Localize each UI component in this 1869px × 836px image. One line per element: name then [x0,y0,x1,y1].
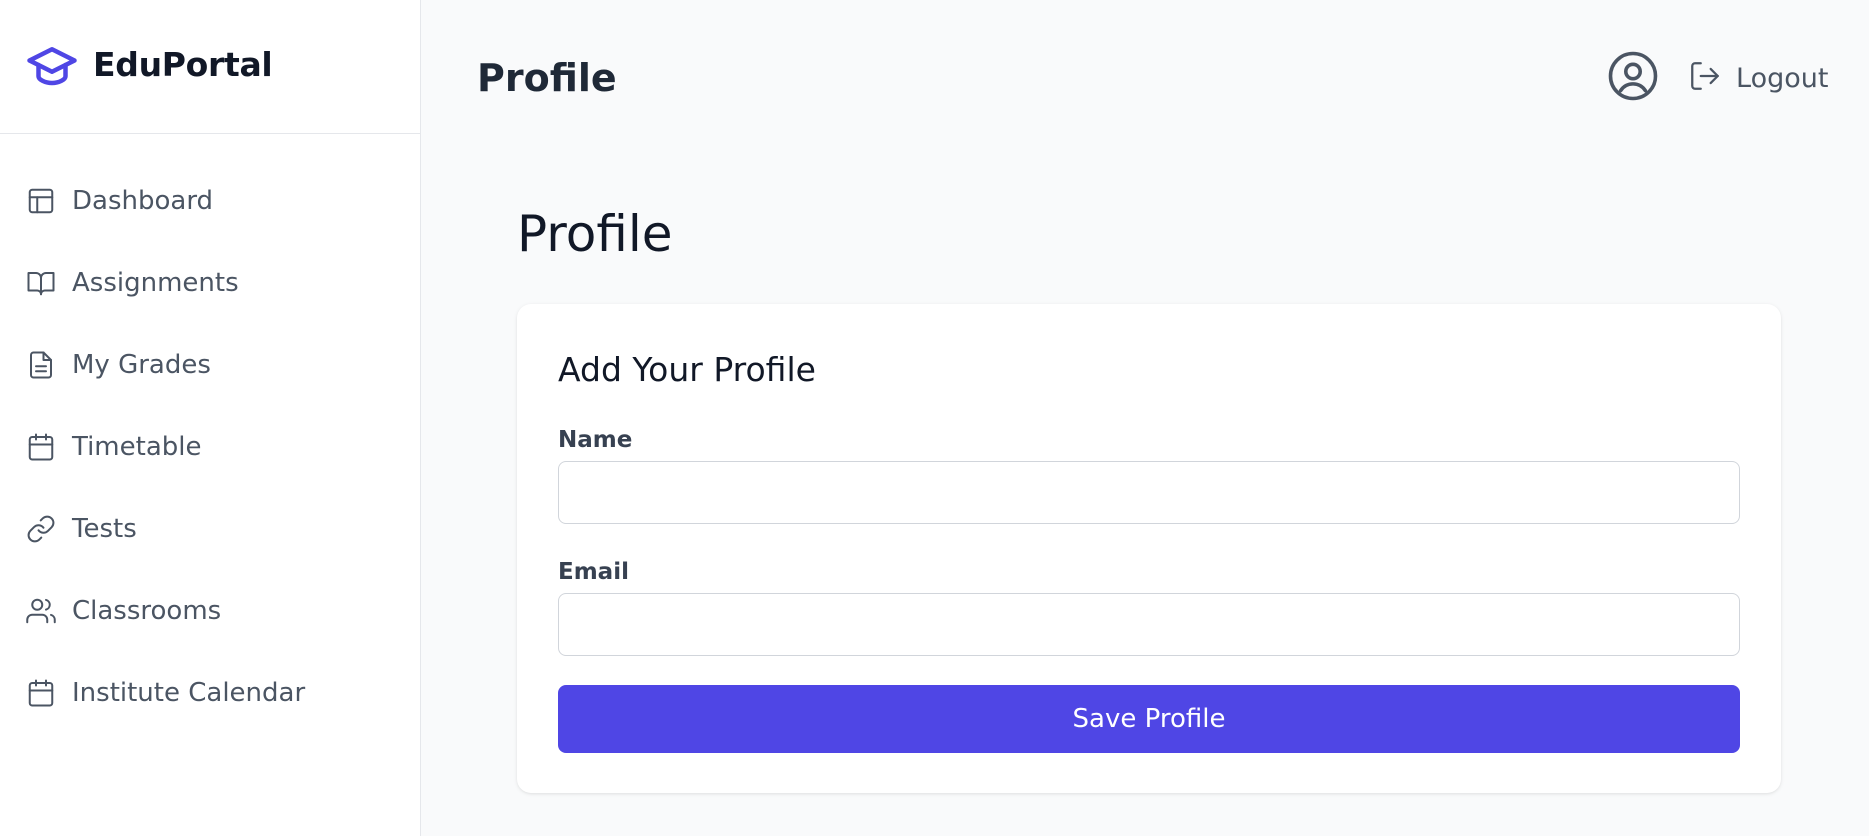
graduation-cap-icon [25,38,79,92]
card-title: Add Your Profile [558,350,816,389]
sidebar-nav: Dashboard Assignments My Grades Timetabl… [0,160,420,734]
brand-name: EduPortal [93,45,273,84]
calendar-icon [25,677,57,709]
link-icon [25,513,57,545]
calendar-icon [25,431,57,463]
sidebar-item-label: Assignments [72,268,239,298]
email-label: Email [558,559,629,585]
brand[interactable]: EduPortal [0,0,420,134]
top-header: Profile Logout [421,0,1869,160]
name-input[interactable] [558,461,1740,524]
page-title: Profile [477,56,617,100]
sidebar-item-label: Institute Calendar [72,678,306,708]
profile-card: Add Your Profile Name Email Save Profile [517,304,1781,793]
file-text-icon [25,349,57,381]
email-input[interactable] [558,593,1740,656]
save-profile-button[interactable]: Save Profile [558,685,1740,753]
logout-label: Logout [1736,62,1829,94]
sidebar-item-my-grades[interactable]: My Grades [0,324,420,406]
sidebar-item-label: Timetable [72,432,202,462]
layout-icon [25,185,57,217]
sidebar-item-label: My Grades [72,350,211,380]
sidebar: EduPortal Dashboard Assignments My Grade… [0,0,421,836]
logout-button[interactable]: Logout [1688,56,1828,100]
users-icon [25,595,57,627]
name-label: Name [558,427,633,453]
book-open-icon [25,267,57,299]
user-circle-icon [1606,49,1660,107]
user-avatar-button[interactable] [1605,50,1661,106]
sidebar-item-assignments[interactable]: Assignments [0,242,420,324]
sidebar-item-dashboard[interactable]: Dashboard [0,160,420,242]
main-heading: Profile [517,205,673,263]
sidebar-item-tests[interactable]: Tests [0,488,420,570]
log-out-icon [1688,59,1722,97]
sidebar-item-label: Classrooms [72,596,222,626]
sidebar-item-timetable[interactable]: Timetable [0,406,420,488]
sidebar-item-label: Dashboard [72,186,214,216]
sidebar-item-label: Tests [72,514,137,544]
sidebar-item-classrooms[interactable]: Classrooms [0,570,420,652]
sidebar-item-institute-calendar[interactable]: Institute Calendar [0,652,420,734]
